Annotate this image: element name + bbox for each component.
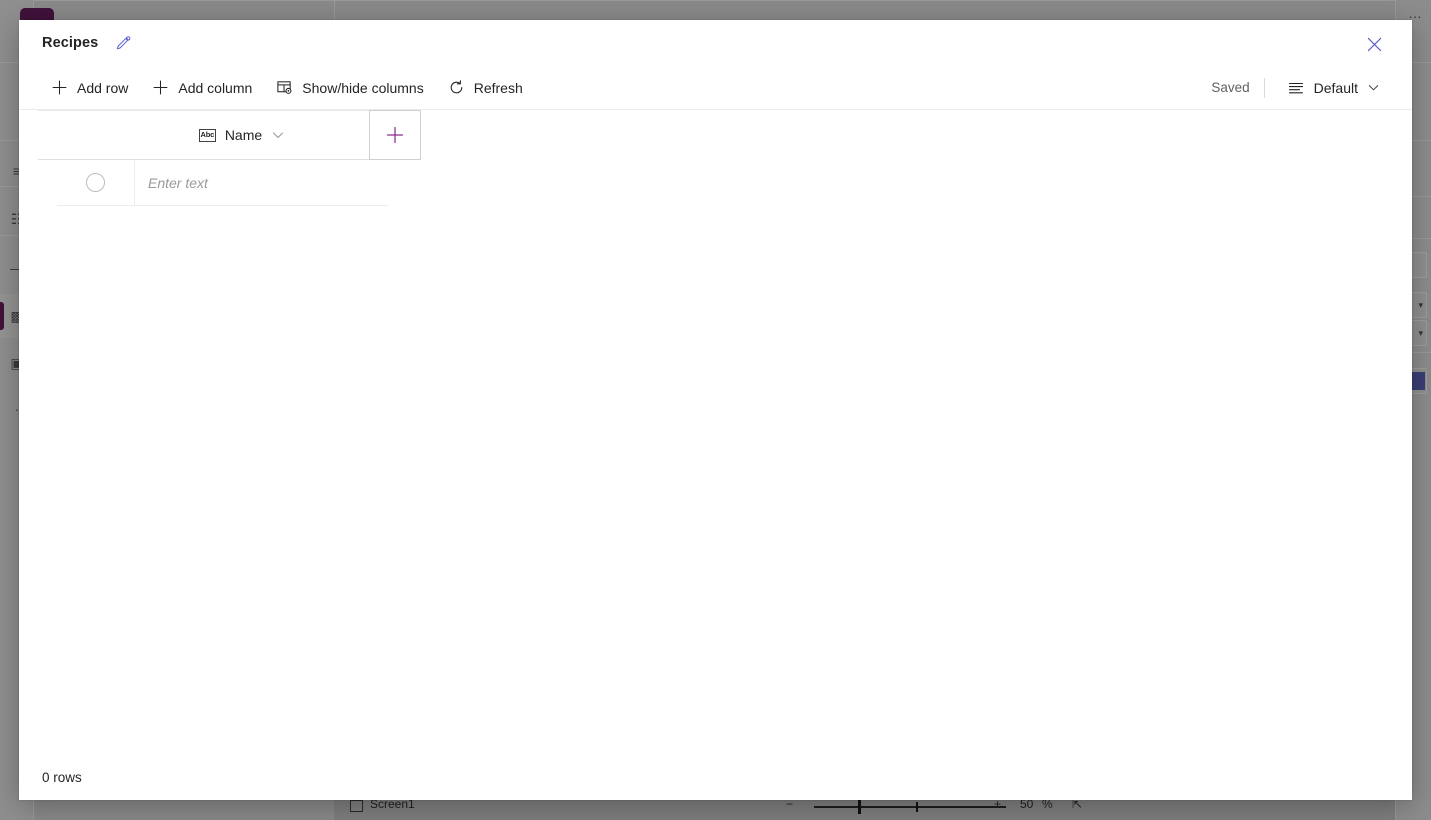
backdrop-top-divider (34, 0, 1395, 1)
show-hide-columns-label: Show/hide columns (302, 79, 424, 96)
cell-name[interactable] (134, 160, 388, 206)
zoom-slider-tick (916, 802, 918, 812)
add-row-button[interactable]: Add row (41, 72, 138, 104)
zoom-slider-thumb[interactable] (858, 800, 861, 814)
plus-icon (52, 80, 67, 95)
table-editor-modal: Recipes Add row Add column Show/hide col… (19, 20, 1412, 800)
text-type-icon: Abc (198, 128, 216, 142)
plus-icon (153, 80, 168, 95)
table-row (57, 160, 388, 206)
edit-table-name-button[interactable] (110, 30, 136, 56)
chevron-down-icon (273, 132, 284, 139)
add-column-grid-button[interactable] (369, 110, 421, 160)
pencil-icon (116, 35, 131, 49)
close-icon (1367, 37, 1381, 51)
view-name-label: Default (1313, 79, 1358, 96)
select-all-header-cell[interactable] (38, 110, 115, 160)
add-column-label: Add column (178, 79, 253, 96)
show-hide-columns-button[interactable]: Show/hide columns (266, 72, 433, 104)
new-row-name-input[interactable] (146, 173, 388, 192)
refresh-button[interactable]: Refresh (438, 72, 533, 104)
column-header-name[interactable]: Abc Name (115, 110, 369, 160)
chevron-down-icon: ▾ (1418, 328, 1423, 338)
plus-icon (386, 126, 404, 144)
modal-title-bar: Recipes (19, 20, 1412, 66)
close-button[interactable] (1360, 30, 1388, 58)
refresh-label: Refresh (473, 79, 523, 96)
panel-color-swatch[interactable] (1411, 372, 1425, 390)
refresh-icon (450, 80, 463, 94)
command-bar: Add row Add column Show/hide columns Ref… (19, 66, 1412, 110)
screen-checkbox-icon[interactable] (350, 800, 363, 812)
view-list-icon (1288, 82, 1303, 93)
row-count-label: 0 rows (42, 769, 82, 785)
row-select-circle-icon (86, 173, 105, 192)
data-grid: Abc Name (19, 110, 1412, 754)
zoom-slider-track[interactable] (814, 806, 1006, 808)
command-bar-right: Saved Default (1211, 72, 1388, 104)
page-title: Recipes (42, 35, 99, 51)
command-bar-separator (1263, 77, 1265, 98)
chevron-down-icon: ▾ (1418, 300, 1423, 310)
save-status-label: Saved (1211, 80, 1250, 95)
view-selector[interactable]: Default (1279, 72, 1388, 104)
grid-header-row: Abc Name (38, 110, 421, 160)
rail-selected-indicator (0, 302, 4, 330)
column-header-label: Name (224, 127, 263, 143)
chevron-down-icon (1368, 85, 1379, 91)
modal-footer: 0 rows (19, 754, 1412, 800)
add-row-label: Add row (77, 79, 129, 96)
row-select-cell[interactable] (57, 160, 134, 206)
add-column-button[interactable]: Add column (142, 72, 262, 104)
columns-settings-icon (277, 81, 292, 94)
